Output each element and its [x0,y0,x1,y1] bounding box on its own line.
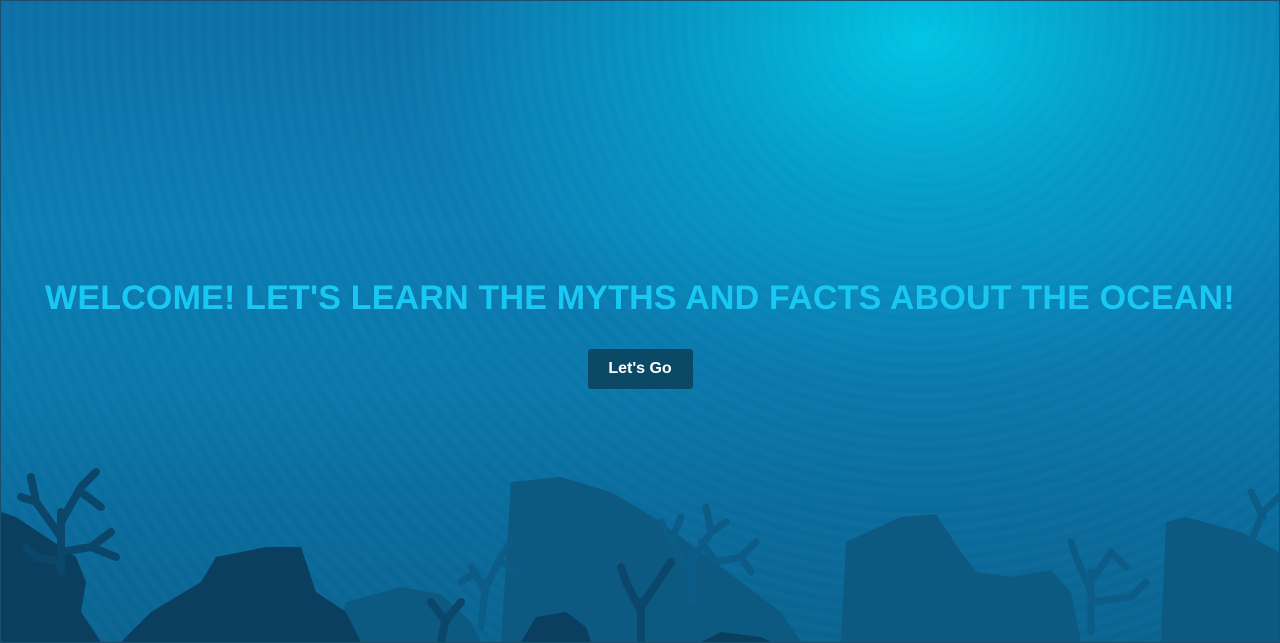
seabed-illustration [1,468,1279,642]
welcome-headline: WELCOME! LET'S LEARN THE MYTHS AND FACTS… [45,279,1235,317]
ocean-welcome-page: WELCOME! LET'S LEARN THE MYTHS AND FACTS… [0,0,1280,643]
back-rocks [331,477,1279,642]
lets-go-button[interactable]: Let's Go [587,349,693,389]
hero-section: WELCOME! LET'S LEARN THE MYTHS AND FACTS… [1,279,1279,389]
